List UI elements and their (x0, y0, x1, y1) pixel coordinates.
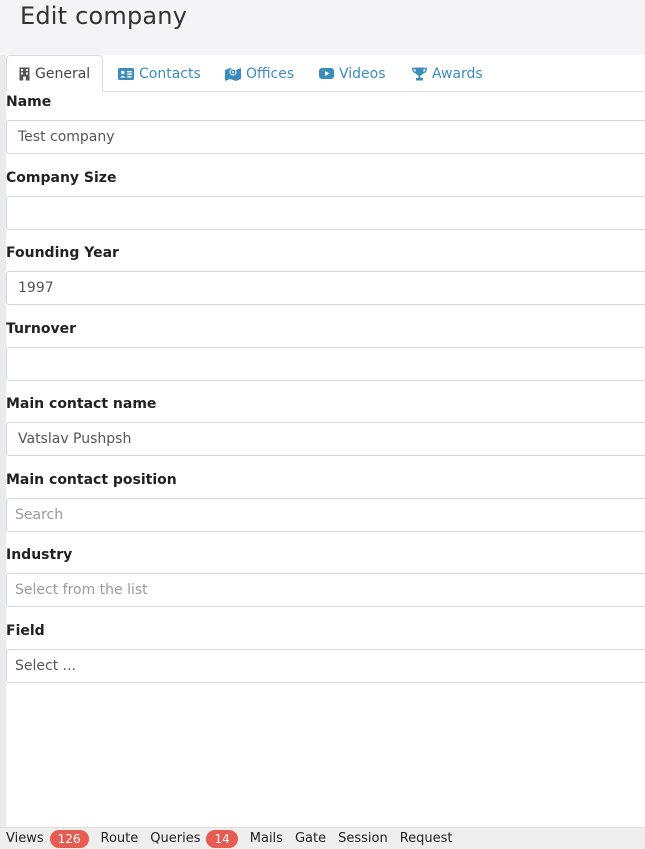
debug-mails-label: Mails (249, 831, 283, 846)
main-contact-position-placeholder: Search (15, 507, 64, 523)
tab-offices[interactable]: Offices (225, 55, 294, 92)
tab-awards-label: Awards (432, 65, 483, 82)
address-card-icon (118, 67, 134, 80)
debug-queries-label: Queries (150, 831, 201, 846)
industry-select[interactable]: Select from the list (6, 573, 645, 607)
debug-bar: Views 126 Route Queries 14 Mails Gate Se… (0, 827, 645, 849)
debug-request-label: Request (399, 831, 453, 846)
tab-videos[interactable]: Videos (319, 55, 386, 92)
debug-tab-gate[interactable]: Gate (295, 831, 326, 846)
map-icon (225, 67, 241, 81)
tab-awards[interactable]: Awards (412, 55, 483, 92)
name-input-value: Test company (18, 129, 115, 145)
field-label: Field (6, 623, 45, 639)
trophy-icon (412, 67, 427, 81)
tab-general-label: General (35, 65, 91, 82)
debug-tab-views[interactable]: Views 126 (6, 829, 89, 848)
industry-placeholder: Select from the list (15, 582, 148, 598)
main-contact-position-search[interactable]: Search (6, 498, 645, 532)
field-placeholder: Select ... (15, 658, 76, 674)
founding-year-label: Founding Year (6, 245, 119, 261)
debug-tab-mails[interactable]: Mails (250, 831, 283, 846)
tab-offices-label: Offices (246, 65, 295, 82)
name-input[interactable]: Test company (6, 120, 645, 154)
turnover-label: Turnover (6, 321, 76, 337)
turnover-input[interactable] (6, 347, 645, 381)
debug-views-label: Views (6, 831, 44, 846)
company-size-input[interactable] (6, 196, 645, 230)
tab-general[interactable]: General (6, 55, 103, 92)
company-size-label: Company Size (6, 170, 117, 186)
debug-tab-request[interactable]: Request (400, 831, 453, 846)
tab-contacts-label: Contacts (139, 65, 201, 82)
tab-videos-label: Videos (339, 65, 386, 82)
main-contact-name-input-value: Vatslav Pushpsh (18, 431, 132, 447)
page-title: Edit company (20, 2, 188, 30)
youtube-play-icon (319, 68, 334, 79)
main-contact-position-label: Main contact position (6, 472, 177, 488)
field-select[interactable]: Select ... (6, 649, 645, 683)
debug-session-label: Session (338, 831, 388, 846)
debug-tab-queries[interactable]: Queries 14 (150, 829, 238, 848)
page-header: Edit company (0, 0, 645, 55)
tab-bar: General Contacts Offices Videos Awards (6, 55, 645, 92)
name-label: Name (6, 94, 52, 110)
debug-tab-route[interactable]: Route (101, 831, 139, 846)
tab-contacts[interactable]: Contacts (118, 55, 201, 92)
debug-tab-session[interactable]: Session (338, 831, 388, 846)
debug-gate-label: Gate (294, 831, 327, 846)
debug-route-label: Route (100, 831, 139, 846)
queries-count-badge: 14 (206, 829, 238, 848)
industry-label: Industry (6, 547, 73, 563)
main-contact-name-label: Main contact name (6, 396, 157, 412)
founding-year-input[interactable]: 1997 (6, 271, 645, 305)
main-contact-name-input[interactable]: Vatslav Pushpsh (6, 422, 645, 456)
building-icon (19, 67, 30, 81)
views-count-badge: 126 (49, 829, 89, 848)
founding-year-input-value: 1997 (18, 280, 54, 296)
